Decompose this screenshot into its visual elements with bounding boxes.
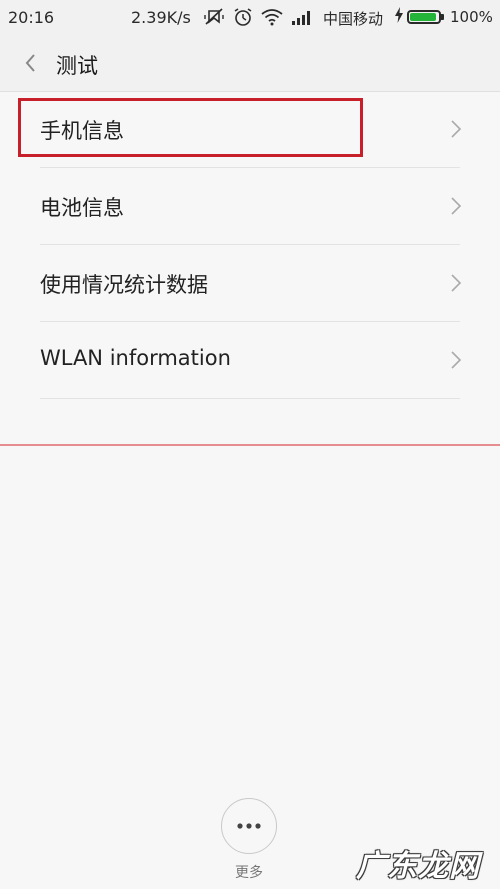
watermark-logo: 广东龙网 bbox=[356, 839, 494, 885]
list-item-battery-info[interactable]: 电池信息 bbox=[0, 168, 500, 245]
battery-indicator: 100% bbox=[395, 7, 493, 27]
chevron-left-icon bbox=[25, 54, 35, 72]
chevron-right-icon bbox=[451, 197, 462, 215]
charging-icon bbox=[395, 7, 403, 27]
more-label: 更多 bbox=[235, 865, 263, 881]
wifi-icon bbox=[261, 8, 283, 30]
status-icons bbox=[203, 7, 313, 31]
red-divider bbox=[0, 444, 500, 446]
carrier-name: 中国移动 bbox=[323, 10, 384, 28]
watermark-text: 广东龙网 bbox=[356, 849, 480, 884]
status-bar: 20:16 2.39K/s 中国移动 100% bbox=[0, 0, 500, 36]
list-item-label: 电池信息 bbox=[40, 196, 124, 220]
action-bar: 测试 bbox=[0, 36, 500, 92]
more-dots-icon bbox=[237, 823, 261, 829]
battery-icon bbox=[407, 10, 441, 24]
chevron-right-icon bbox=[451, 274, 462, 292]
alarm-icon bbox=[233, 7, 253, 31]
battery-tip bbox=[441, 14, 444, 20]
list-item-label: 使用情况统计数据 bbox=[40, 273, 208, 297]
battery-percent: 100% bbox=[450, 8, 493, 26]
battery-fill bbox=[410, 13, 436, 21]
chevron-right-icon bbox=[451, 351, 462, 369]
chevron-right-icon bbox=[451, 120, 462, 138]
back-button[interactable] bbox=[18, 48, 46, 78]
list-item-usage-stats[interactable]: 使用情况统计数据 bbox=[0, 245, 500, 322]
mute-vibrate-icon bbox=[203, 7, 225, 31]
more-button[interactable] bbox=[221, 798, 277, 854]
network-speed: 2.39K/s bbox=[131, 8, 191, 27]
signal-icon bbox=[291, 9, 313, 29]
page-title: 测试 bbox=[56, 54, 98, 78]
list-item-wlan-info[interactable]: WLAN information bbox=[0, 322, 500, 399]
highlight-annotation-box bbox=[18, 98, 363, 157]
divider bbox=[40, 398, 460, 399]
list-item-label: WLAN information bbox=[40, 346, 231, 370]
status-time: 20:16 bbox=[8, 8, 55, 27]
